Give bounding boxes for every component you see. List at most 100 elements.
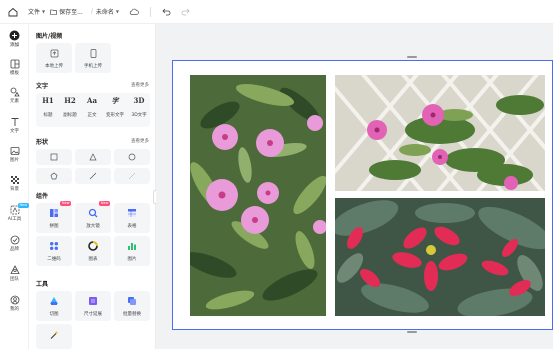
add-panel: 图片/视频 本地上传 手机上传 文字 查看更多 H1 标题 H2 副标题 Aa … [29,24,156,349]
text-style-3d[interactable]: 3D 3D文字 [128,96,150,118]
tool-label: 批量替换 [123,312,141,317]
bar-chart-icon [128,243,136,250]
body-glyph: Aa [87,96,97,105]
redo-icon[interactable] [181,8,190,16]
rail-item-background[interactable]: 背景 [0,175,29,192]
file-menu-label: 文件 [28,9,41,16]
component-label: 表格 [127,224,137,229]
rail-item-label: 图片 [10,158,19,163]
component-chart[interactable]: 图表 [75,236,111,266]
component-collage[interactable]: 拼图 New [36,201,72,233]
save-to-button[interactable]: 保存至... [50,7,83,16]
tool-resize[interactable]: 尺寸延展 [75,291,111,321]
shapes-section-title: 形状 [36,139,49,146]
local-upload-button[interactable]: 本地上传 [36,43,72,73]
triangle-shape-icon [89,153,97,161]
user-icon [10,295,19,305]
text-see-more-link[interactable]: 查看更多 [131,82,149,88]
design-page[interactable] [172,60,553,330]
save-to-label: 保存至... [59,9,83,16]
tool-label: 切图 [49,312,59,317]
cloud-sync-icon[interactable] [129,8,139,16]
text-style-label: 正文 [87,113,97,118]
rail-item-label: 模板 [10,71,19,76]
rail-item-ai-tools[interactable]: AI工具 New [0,203,29,222]
text-style-label: 标题 [43,113,53,118]
phone-icon [90,49,96,58]
component-label: 图表 [88,257,98,262]
component-table[interactable]: 表格 [114,203,150,233]
photo-periwinkle[interactable] [190,75,326,316]
undo-icon[interactable] [162,8,171,16]
plus-circle-icon [9,30,20,41]
rail-item-images[interactable]: 图片 [0,146,29,163]
collage-icon [50,209,58,217]
top-toolbar: 文件 ▼ 保存至... / 未命名 ▼ [0,0,553,24]
file-menu[interactable]: 文件 ▼ [28,7,45,16]
components-section-title: 组件 [36,193,49,200]
rail-item-label: 背景 [10,187,19,192]
new-badge: New [99,201,110,206]
tool-batch-replace[interactable]: 批量替换 [114,291,150,321]
text-style-label: 副标题 [63,113,77,118]
component-label: 二维码 [47,257,61,262]
rail-item-brand[interactable]: 品牌 [0,235,29,252]
circle-shape-icon [128,153,136,161]
rail-item-label: 文字 [10,129,19,134]
document-title[interactable]: 未命名 ▼ [96,7,119,16]
shapes-see-more-link[interactable]: 查看更多 [131,138,149,144]
new-badge: New [60,201,71,206]
rail-item-mine[interactable]: 我的 [0,295,29,312]
rail-item-elements[interactable]: 元素 [0,87,29,104]
brand-icon [10,235,19,245]
photo-trellis-flowers[interactable] [335,75,545,191]
tools-section-title: 工具 [36,281,49,288]
rail-item-label: AI工具 [7,217,22,222]
h1-glyph: H1 [42,96,54,105]
component-magnifier[interactable]: 放大镜 New [75,201,111,233]
tool-magic-wand[interactable] [36,324,72,349]
shape-thin-line[interactable] [114,168,150,184]
page-bottom-handle[interactable] [407,331,417,333]
rail-item-templates[interactable]: 模板 [0,59,29,76]
tool-cutout[interactable]: 切图 [36,291,72,321]
pie-chart-icon [88,241,98,251]
phone-upload-button[interactable]: 手机上传 [75,43,111,73]
text-style-h1[interactable]: H1 标题 [38,96,58,118]
pentagon-shape-icon [50,172,58,180]
document-title-label: 未命名 [95,9,114,16]
rail-item-add[interactable]: 添加 [0,30,29,48]
left-nav-rail: 添加 模板 元素 文字 图片 背景 AI工具 New 品牌 团队 我的 [0,24,29,349]
shape-pentagon[interactable] [36,168,72,184]
component-label: 放大镜 [86,224,100,229]
table-icon [128,209,136,217]
3d-text-glyph: 3D [133,96,145,105]
elements-icon [10,87,20,97]
page-top-handle[interactable] [407,56,417,58]
shape-line[interactable] [75,168,111,184]
home-icon[interactable] [8,7,22,17]
media-section-title: 图片/视频 [36,33,63,40]
phone-upload-label: 手机上传 [84,64,102,69]
rail-item-text[interactable]: 文字 [0,117,29,134]
text-style-label: 变形文字 [106,113,124,118]
resize-icon [89,297,97,305]
component-qrcode[interactable]: 二维码 [36,236,72,266]
shape-circle[interactable] [114,149,150,165]
warp-text-glyph: 字 [111,96,119,105]
text-style-h2[interactable]: H2 副标题 [60,96,80,118]
magnifier-icon [88,208,98,218]
square-shape-icon [50,153,58,161]
text-style-warp[interactable]: 字 变形文字 [104,96,126,118]
photo-poinsettia[interactable] [335,198,545,316]
component-image[interactable]: 图片 [114,236,150,266]
rail-item-label: 添加 [10,43,19,48]
shape-triangle[interactable] [75,149,111,165]
rail-item-team[interactable]: 团队 [0,265,29,282]
text-style-body[interactable]: Aa 正文 [82,96,102,118]
text-style-row: H1 标题 H2 副标题 Aa 正文 字 变形文字 3D 3D文字 [36,96,150,126]
tool-label: 尺寸延展 [84,312,102,317]
title-separator: / [90,8,93,15]
shape-rectangle[interactable] [36,149,72,165]
component-label: 拼图 [49,224,59,229]
